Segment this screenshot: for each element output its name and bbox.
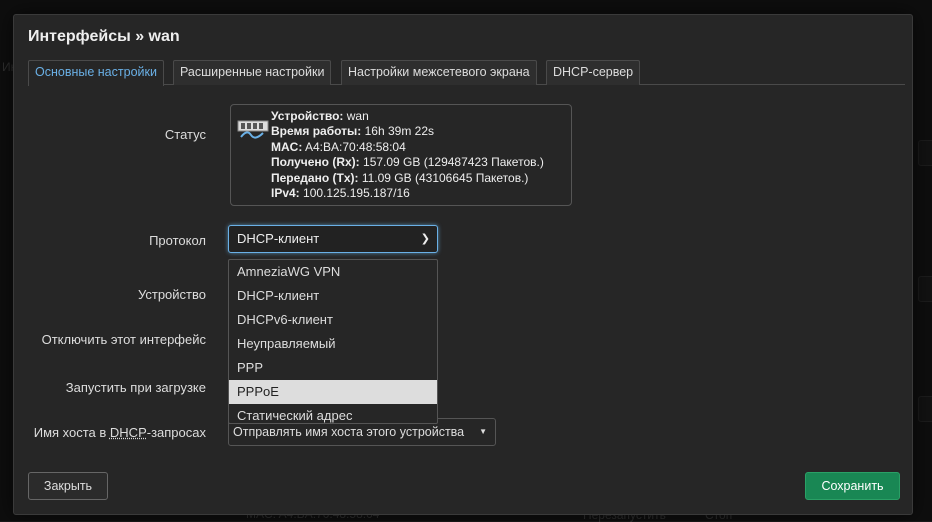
tab-firewall[interactable]: Настройки межсетевого экрана [341,60,537,85]
modal-title: Интерфейсы » wan [28,28,180,45]
status-mac: MAC: A4:BA:70:48:58:04 [271,139,406,154]
status-rx: Получено (Rx): 157.09 GB (129487423 Паке… [271,155,544,170]
protocol-select[interactable]: DHCP-клиент ❯ [228,225,438,253]
tab-general[interactable]: Основные настройки [28,60,164,86]
close-button[interactable]: Закрыть [28,472,108,500]
protocol-option[interactable]: Неуправляемый [229,332,437,356]
tab-bar: Основные настройки Расширенные настройки… [28,60,905,86]
interface-modal: Интерфейсы » wan Основные настройки Расш… [13,14,913,515]
caret-down-icon: ▼ [479,427,487,436]
protocol-option[interactable]: DHCP-клиент [229,284,437,308]
status-details: Устройство: wan Время работы: 16h 39m 22… [271,109,544,201]
chevron-down-icon: ❯ [420,233,430,245]
hostname-label: Имя хоста в DHCP-запросах [33,425,206,440]
save-button[interactable]: Сохранить [805,472,900,500]
protocol-label: Протокол [149,233,206,248]
network-port-icon [237,120,269,139]
device-label: Устройство [137,287,206,302]
protocol-option[interactable]: DHCPv6-клиент [229,308,437,332]
protocol-option[interactable]: PPP [229,356,437,380]
protocol-option[interactable]: Статический адрес [229,404,437,428]
status-panel: Устройство: wan Время работы: 16h 39m 22… [230,104,572,206]
status-tx: Передано (Tx): 11.09 GB (43106645 Пакето… [271,170,529,185]
status-uptime: Время работы: 16h 39m 22s [271,124,435,139]
protocol-option[interactable]: AmneziaWG VPN [229,260,437,284]
protocol-dropdown: AmneziaWG VPN DHCP-клиент DHCPv6-клиент … [228,259,438,424]
protocol-selected-value: DHCP-клиент [237,231,320,246]
status-ipv4: IPv4: 100.125.195.187/16 [271,186,410,201]
tab-dhcp-server[interactable]: DHCP-сервер [546,60,641,85]
status-device: Устройство: wan [271,109,369,123]
protocol-option-highlighted[interactable]: PPPoE [229,380,437,404]
tab-advanced[interactable]: Расширенные настройки [173,60,332,85]
status-label: Статус [164,127,206,142]
autostart-label: Запустить при загрузке [65,380,206,395]
disable-interface-label: Отключить этот интерфейс [41,332,206,347]
